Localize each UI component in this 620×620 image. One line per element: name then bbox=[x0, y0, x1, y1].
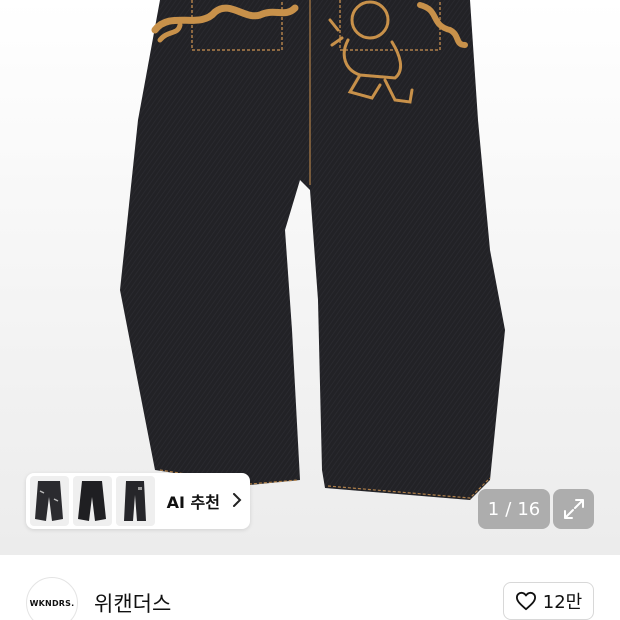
gallery-current-page: 1 bbox=[487, 498, 500, 520]
chevron-right-icon bbox=[232, 491, 242, 512]
ai-recommend-card[interactable]: AI 추천 bbox=[26, 473, 250, 529]
jeans-photo bbox=[120, 0, 505, 500]
recommend-thumbnail[interactable] bbox=[30, 476, 69, 526]
like-count: 12만 bbox=[542, 592, 583, 613]
expand-gallery-button[interactable] bbox=[553, 489, 594, 529]
gallery-separator: / bbox=[505, 498, 512, 520]
expand-arrows-icon bbox=[563, 499, 584, 519]
jeans-thumbnail-icon bbox=[35, 481, 64, 521]
gallery-total-pages: 16 bbox=[517, 498, 541, 520]
brand-logo[interactable]: WKNDRS. bbox=[26, 577, 78, 620]
product-image[interactable] bbox=[0, 0, 620, 555]
like-button[interactable]: 12만 bbox=[503, 582, 594, 620]
jeans-thumbnail-icon bbox=[124, 481, 147, 521]
heart-outline-icon bbox=[515, 591, 536, 611]
recommend-thumbnail[interactable] bbox=[72, 476, 112, 526]
recommend-thumbnail[interactable] bbox=[115, 476, 155, 526]
jeans-body bbox=[120, 0, 505, 500]
ai-recommend-label: AI 추천 bbox=[166, 493, 220, 512]
brand-name[interactable]: 위캔더스 bbox=[94, 588, 171, 618]
brand-logo-text: WKNDRS. bbox=[29, 598, 75, 608]
jeans-thumbnail-icon bbox=[78, 481, 107, 521]
gallery-page-indicator: 1 / 16 bbox=[478, 489, 550, 529]
